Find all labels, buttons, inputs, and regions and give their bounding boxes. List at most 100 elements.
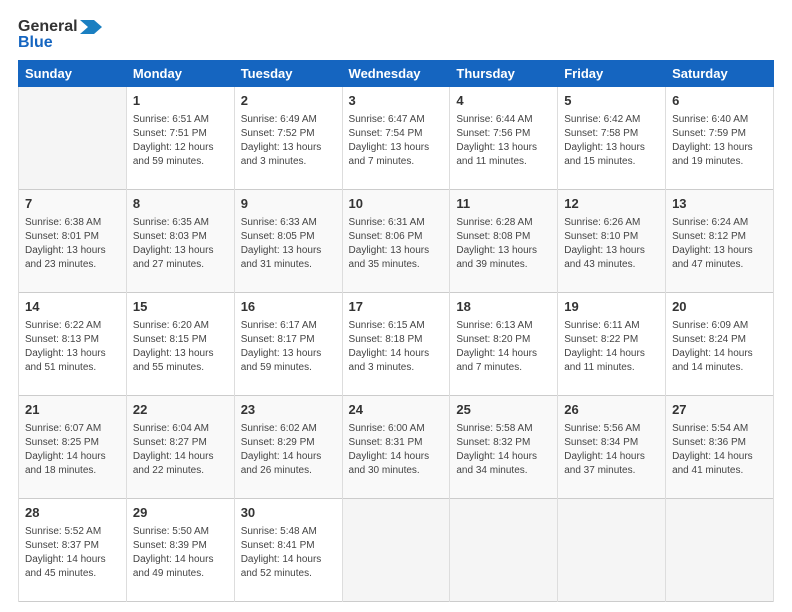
header: General Blue (18, 18, 774, 52)
day-info: Sunrise: 6:02 AM Sunset: 8:29 PM Dayligh… (241, 422, 336, 478)
day-info: Sunrise: 6:09 AM Sunset: 8:24 PM Dayligh… (672, 319, 767, 375)
calendar-cell: 21Sunrise: 6:07 AM Sunset: 8:25 PM Dayli… (19, 396, 127, 499)
day-number: 12 (564, 195, 659, 214)
calendar-cell (450, 499, 558, 602)
calendar-cell: 3 Sunrise: 6:47 AM Sunset: 7:54 PM Daylig… (342, 87, 450, 190)
day-number: 11 (456, 195, 551, 214)
day-info: Sunrise: 5:56 AM Sunset: 8:34 PM Dayligh… (564, 422, 659, 478)
calendar-cell: 11 Sunrise: 6:28 AM Sunset: 8:08 PM Dayli… (450, 190, 558, 293)
day-info: Sunrise: 6:47 AM Sunset: 7:54 PM Dayligh… (349, 113, 444, 169)
day-number: 10 (349, 195, 444, 214)
day-info: Sunrise: 6:20 AM Sunset: 8:15 PM Dayligh… (133, 319, 228, 375)
calendar-cell: 13Sunrise: 6:24 AM Sunset: 8:12 PM Dayli… (666, 190, 774, 293)
day-number: 16 (241, 298, 336, 317)
day-number: 20 (672, 298, 767, 317)
week-row-1: 1Sunrise: 6:51 AM Sunset: 7:51 PM Daylig… (19, 87, 774, 190)
day-info: Sunrise: 6:28 AM Sunset: 8:08 PM Dayligh… (456, 216, 551, 272)
calendar-table: SundayMondayTuesdayWednesdayThursdayFrid… (18, 60, 774, 602)
calendar-cell: 30Sunrise: 5:48 AM Sunset: 8:41 PM Dayli… (234, 499, 342, 602)
day-number: 15 (133, 298, 228, 317)
calendar-cell: 19Sunrise: 6:11 AM Sunset: 8:22 PM Dayli… (558, 293, 666, 396)
day-info: Sunrise: 5:54 AM Sunset: 8:36 PM Dayligh… (672, 422, 767, 478)
day-info: Sunrise: 6:44 AM Sunset: 7:56 PM Dayligh… (456, 113, 551, 169)
logo: General Blue (18, 18, 102, 52)
day-number: 7 (25, 195, 120, 214)
day-number: 19 (564, 298, 659, 317)
calendar-cell: 12 Sunrise: 6:26 AM Sunset: 8:10 PM Dayli… (558, 190, 666, 293)
calendar-cell: 29 Sunrise: 5:50 AM Sunset: 8:39 PM Dayli… (126, 499, 234, 602)
day-number: 28 (25, 504, 120, 523)
day-number: 25 (456, 401, 551, 420)
day-info: Sunrise: 6:07 AM Sunset: 8:25 PM Dayligh… (25, 422, 120, 478)
day-number: 26 (564, 401, 659, 420)
calendar-cell: 9Sunrise: 6:33 AM Sunset: 8:05 PM Daylig… (234, 190, 342, 293)
day-info: Sunrise: 5:52 AM Sunset: 8:37 PM Dayligh… (25, 525, 120, 581)
day-header-tuesday: Tuesday (234, 61, 342, 87)
calendar-cell: 26 Sunrise: 5:56 AM Sunset: 8:34 PM Dayli… (558, 396, 666, 499)
day-info: Sunrise: 6:22 AM Sunset: 8:13 PM Dayligh… (25, 319, 120, 375)
calendar-cell: 18 Sunrise: 6:13 AM Sunset: 8:20 PM Dayli… (450, 293, 558, 396)
calendar-cell: 6Sunrise: 6:40 AM Sunset: 7:59 PM Daylig… (666, 87, 774, 190)
day-info: Sunrise: 6:26 AM Sunset: 8:10 PM Dayligh… (564, 216, 659, 272)
day-number: 8 (133, 195, 228, 214)
calendar-cell: 27 Sunrise: 5:54 AM Sunset: 8:36 PM Dayli… (666, 396, 774, 499)
calendar-cell: 15 Sunrise: 6:20 AM Sunset: 8:15 PM Dayli… (126, 293, 234, 396)
day-info: Sunrise: 6:04 AM Sunset: 8:27 PM Dayligh… (133, 422, 228, 478)
calendar-cell: 14 Sunrise: 6:22 AM Sunset: 8:13 PM Dayli… (19, 293, 127, 396)
day-number: 29 (133, 504, 228, 523)
day-info: Sunrise: 6:42 AM Sunset: 7:58 PM Dayligh… (564, 113, 659, 169)
page: General Blue SundayMondayTuesdayWednesda… (0, 0, 792, 612)
calendar-cell: 22 Sunrise: 6:04 AM Sunset: 8:27 PM Dayli… (126, 396, 234, 499)
calendar-cell: 10 Sunrise: 6:31 AM Sunset: 8:06 PM Dayli… (342, 190, 450, 293)
day-number: 3 (349, 92, 444, 111)
logo-arrow-icon (80, 18, 102, 36)
logo-blue-text: Blue (18, 34, 53, 52)
week-row-2: 7Sunrise: 6:38 AM Sunset: 8:01 PM Daylig… (19, 190, 774, 293)
calendar-cell: 24 Sunrise: 6:00 AM Sunset: 8:31 PM Dayli… (342, 396, 450, 499)
day-info: Sunrise: 5:50 AM Sunset: 8:39 PM Dayligh… (133, 525, 228, 581)
day-info: Sunrise: 5:58 AM Sunset: 8:32 PM Dayligh… (456, 422, 551, 478)
day-header-saturday: Saturday (666, 61, 774, 87)
day-info: Sunrise: 6:31 AM Sunset: 8:06 PM Dayligh… (349, 216, 444, 272)
day-header-friday: Friday (558, 61, 666, 87)
calendar-cell: 1Sunrise: 6:51 AM Sunset: 7:51 PM Daylig… (126, 87, 234, 190)
calendar-cell: 25 Sunrise: 5:58 AM Sunset: 8:32 PM Dayli… (450, 396, 558, 499)
day-number: 2 (241, 92, 336, 111)
day-number: 1 (133, 92, 228, 111)
day-number: 13 (672, 195, 767, 214)
day-number: 22 (133, 401, 228, 420)
day-info: Sunrise: 6:15 AM Sunset: 8:18 PM Dayligh… (349, 319, 444, 375)
calendar-cell (342, 499, 450, 602)
day-header-sunday: Sunday (19, 61, 127, 87)
day-number: 27 (672, 401, 767, 420)
day-info: Sunrise: 6:35 AM Sunset: 8:03 PM Dayligh… (133, 216, 228, 272)
day-info: Sunrise: 6:33 AM Sunset: 8:05 PM Dayligh… (241, 216, 336, 272)
calendar-cell: 5 Sunrise: 6:42 AM Sunset: 7:58 PM Daylig… (558, 87, 666, 190)
calendar-cell: 7Sunrise: 6:38 AM Sunset: 8:01 PM Daylig… (19, 190, 127, 293)
calendar-cell (666, 499, 774, 602)
day-number: 30 (241, 504, 336, 523)
week-row-3: 14 Sunrise: 6:22 AM Sunset: 8:13 PM Dayli… (19, 293, 774, 396)
day-number: 17 (349, 298, 444, 317)
calendar-cell: 4Sunrise: 6:44 AM Sunset: 7:56 PM Daylig… (450, 87, 558, 190)
day-number: 24 (349, 401, 444, 420)
header-row: SundayMondayTuesdayWednesdayThursdayFrid… (19, 61, 774, 87)
calendar-cell: 23 Sunrise: 6:02 AM Sunset: 8:29 PM Dayli… (234, 396, 342, 499)
day-header-wednesday: Wednesday (342, 61, 450, 87)
calendar-cell (558, 499, 666, 602)
calendar-cell (19, 87, 127, 190)
day-info: Sunrise: 6:00 AM Sunset: 8:31 PM Dayligh… (349, 422, 444, 478)
day-number: 5 (564, 92, 659, 111)
week-row-5: 28 Sunrise: 5:52 AM Sunset: 8:37 PM Dayli… (19, 499, 774, 602)
day-number: 14 (25, 298, 120, 317)
calendar-cell: 16 Sunrise: 6:17 AM Sunset: 8:17 PM Dayli… (234, 293, 342, 396)
calendar-cell: 8 Sunrise: 6:35 AM Sunset: 8:03 PM Daylig… (126, 190, 234, 293)
day-info: Sunrise: 6:17 AM Sunset: 8:17 PM Dayligh… (241, 319, 336, 375)
calendar-cell: 20 Sunrise: 6:09 AM Sunset: 8:24 PM Dayli… (666, 293, 774, 396)
calendar-cell: 2Sunrise: 6:49 AM Sunset: 7:52 PM Daylig… (234, 87, 342, 190)
day-header-monday: Monday (126, 61, 234, 87)
day-info: Sunrise: 6:13 AM Sunset: 8:20 PM Dayligh… (456, 319, 551, 375)
week-row-4: 21Sunrise: 6:07 AM Sunset: 8:25 PM Dayli… (19, 396, 774, 499)
day-number: 23 (241, 401, 336, 420)
day-number: 18 (456, 298, 551, 317)
